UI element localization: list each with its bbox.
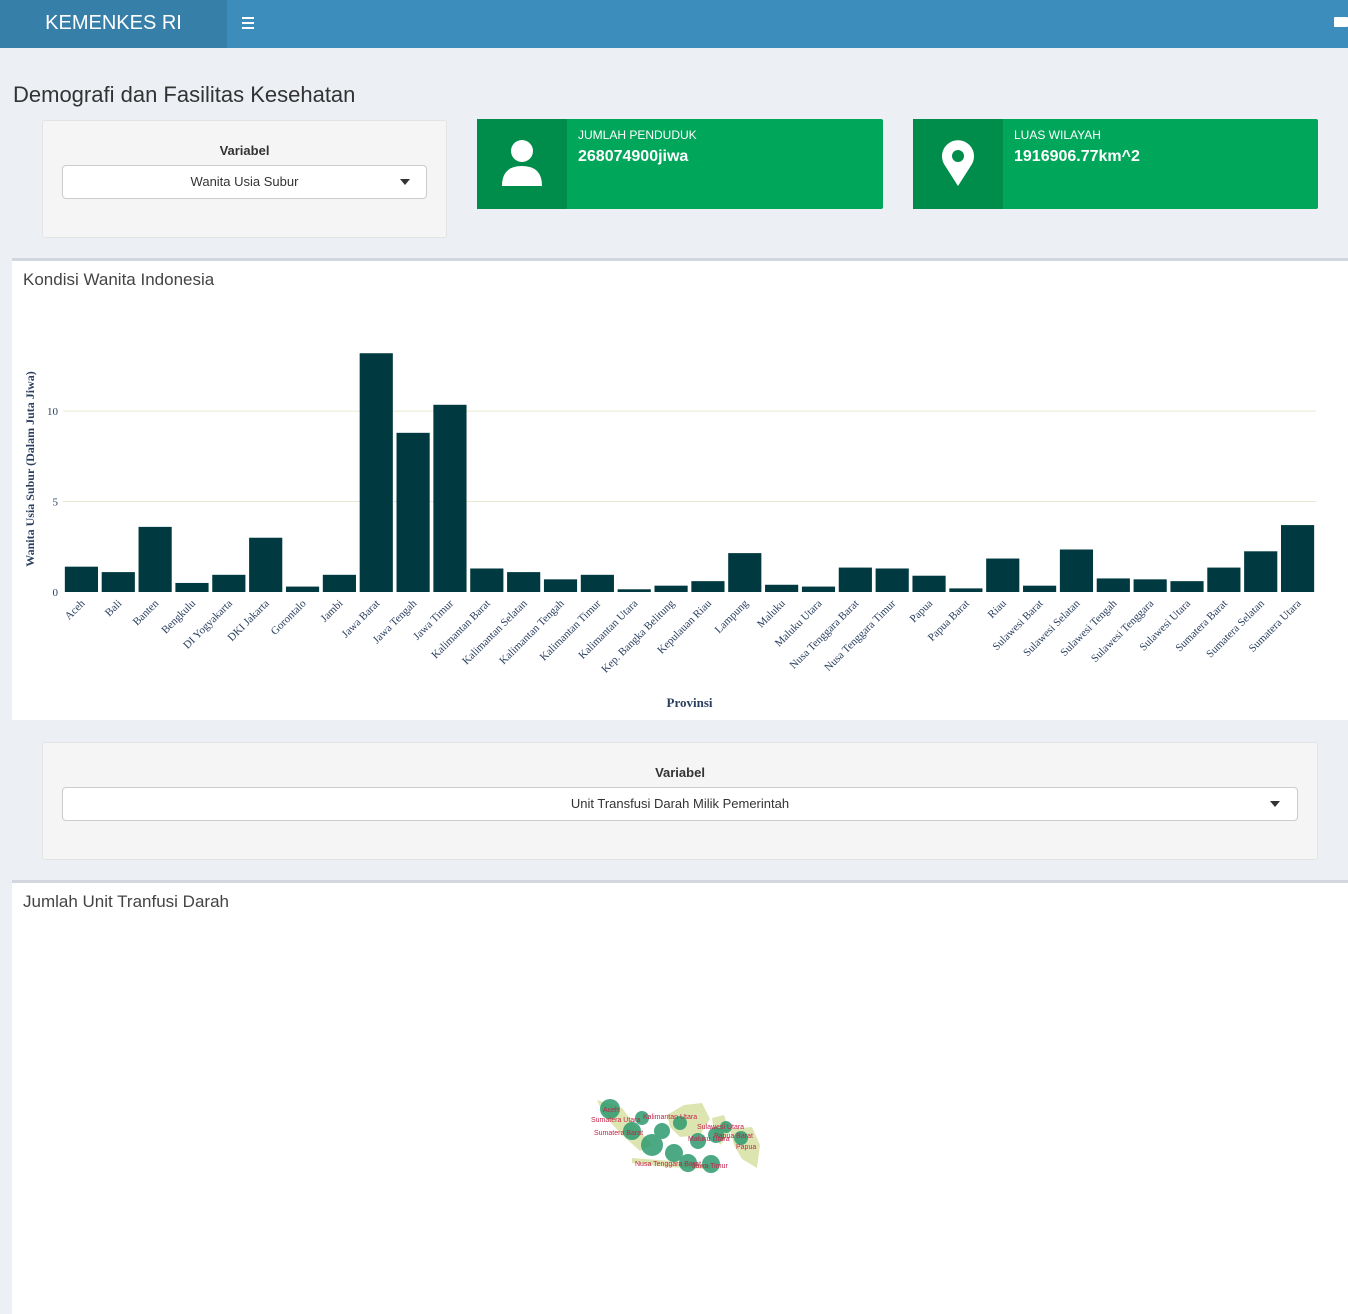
x-tick-label: Aceh <box>63 597 88 622</box>
bar <box>138 526 172 592</box>
area-label: LUAS WILAYAH <box>1014 128 1101 142</box>
map-label: Papua <box>736 1144 756 1151</box>
bar <box>838 567 872 592</box>
map-label: Jawa Timur <box>692 1163 728 1170</box>
bar <box>470 568 504 592</box>
population-value: 268074900jiwa <box>578 148 689 165</box>
y-tick-label: 0 <box>53 587 59 599</box>
bar <box>691 581 725 592</box>
person-icon <box>477 119 567 209</box>
bar <box>359 353 393 592</box>
bar <box>64 566 99 592</box>
bar <box>175 582 209 592</box>
map-label: Kalimantan Utara <box>643 1114 697 1121</box>
map-label: Sumatera Utara <box>591 1117 641 1124</box>
bar <box>986 558 1020 592</box>
variable-filter-panel: Variabel Wanita Usia Subur <box>42 120 447 238</box>
bar <box>101 572 135 592</box>
bar-chart[interactable]: 0510Aceh Bali BantenBengkuluDI YogyakartaD… <box>12 261 1348 720</box>
bar <box>1280 525 1315 592</box>
area-infobox: LUAS WILAYAH 1916906.77km^2 <box>913 119 1318 209</box>
area-value: 1916906.77km^2 <box>1014 148 1140 165</box>
bar <box>212 574 246 592</box>
population-infobox: JUMLAH PENDUDUK 268074900jiwa <box>477 119 883 209</box>
x-tick-label: Riau <box>986 597 1010 621</box>
bar <box>543 579 578 592</box>
y-tick-label: 5 <box>53 497 59 509</box>
x-tick-label: Sulawesi Tenggara <box>1089 598 1156 665</box>
bar <box>1133 579 1167 592</box>
variable-label: Variabel <box>219 143 270 158</box>
map-label: Sulawesi Utara <box>697 1124 744 1131</box>
chart-panel: Kondisi Wanita Indonesia 0 5 10 Aceh Bali Ban… <box>12 258 1348 720</box>
bar <box>1023 585 1057 592</box>
bar <box>875 568 909 592</box>
bar <box>1059 549 1094 592</box>
bar <box>322 574 356 592</box>
bar <box>1244 551 1278 592</box>
chevron-down-icon <box>1270 801 1280 807</box>
bar <box>433 404 467 592</box>
variable-select-value-2: Unit Transfusi Darah Milik Pemerintah <box>570 796 790 811</box>
bar <box>1096 578 1130 592</box>
map-label: Papua Barat <box>714 1133 753 1140</box>
x-tick-label: Bali <box>103 598 124 619</box>
x-tick-label: Nusa Tenggara Barat <box>788 598 862 672</box>
top-navbar: KEMENKES RI <box>0 0 1348 48</box>
variable-select-2[interactable]: Unit Transfusi Darah Milik Pemerintah <box>62 787 1298 821</box>
brand-logo[interactable]: KEMENKES RI <box>0 0 227 48</box>
x-tick-label: Kalimantan Tengah <box>497 597 567 667</box>
bar <box>1170 581 1204 592</box>
x-tick-label: Nusa Tenggara Timur <box>822 597 898 673</box>
map-panel: Jumlah Unit Tranfusi Darah Aceh Sumatera… <box>12 880 1348 1314</box>
x-tick-label: Maluku <box>755 597 788 630</box>
bar <box>507 572 541 592</box>
x-tick-label: Kalimantan Selatan <box>460 597 530 667</box>
sidebar-toggle-icon[interactable] <box>242 17 254 32</box>
page-title: Demografi dan Fasilitas Kesehatan <box>13 82 356 107</box>
bar <box>728 553 762 592</box>
x-axis-title: Provinsi <box>667 695 713 710</box>
indonesia-map[interactable]: Aceh Sumatera Utara Sumatera Barat Kalim… <box>12 883 1348 1314</box>
bar <box>617 589 651 592</box>
bar <box>801 586 836 592</box>
bar <box>249 537 283 592</box>
bar <box>396 432 430 592</box>
bar <box>912 575 946 592</box>
envelope-icon[interactable] <box>1334 17 1348 27</box>
y-tick-label: 10 <box>47 406 59 418</box>
variable-select-value: Wanita Usia Subur <box>190 174 299 189</box>
map-label: Sumatera Barat <box>594 1130 643 1137</box>
x-tick-label: Banten <box>131 597 162 628</box>
bar <box>285 586 320 592</box>
y-axis-title: Wanita Usia Subur (Dalam Juta Jiwa) <box>23 371 37 566</box>
x-tick-label: Lampung <box>713 597 752 636</box>
bar <box>654 585 688 592</box>
population-label: JUMLAH PENDUDUK <box>578 128 697 142</box>
x-tick-label: Jambi <box>318 598 345 625</box>
variable-label-2: Variabel <box>655 765 705 780</box>
bar <box>1207 567 1241 592</box>
variable-select[interactable]: Wanita Usia Subur <box>62 165 427 199</box>
bar <box>765 584 799 592</box>
chevron-down-icon <box>400 179 410 185</box>
variable-filter-panel-2: Variabel Unit Transfusi Darah Milik Peme… <box>42 742 1318 860</box>
bar <box>580 574 614 592</box>
bar <box>949 588 983 592</box>
map-marker-icon <box>913 119 1003 209</box>
x-tick-label: Gorontalo <box>269 597 309 637</box>
x-tick-label: Papua <box>908 598 936 626</box>
map-label: Aceh <box>603 1107 619 1114</box>
